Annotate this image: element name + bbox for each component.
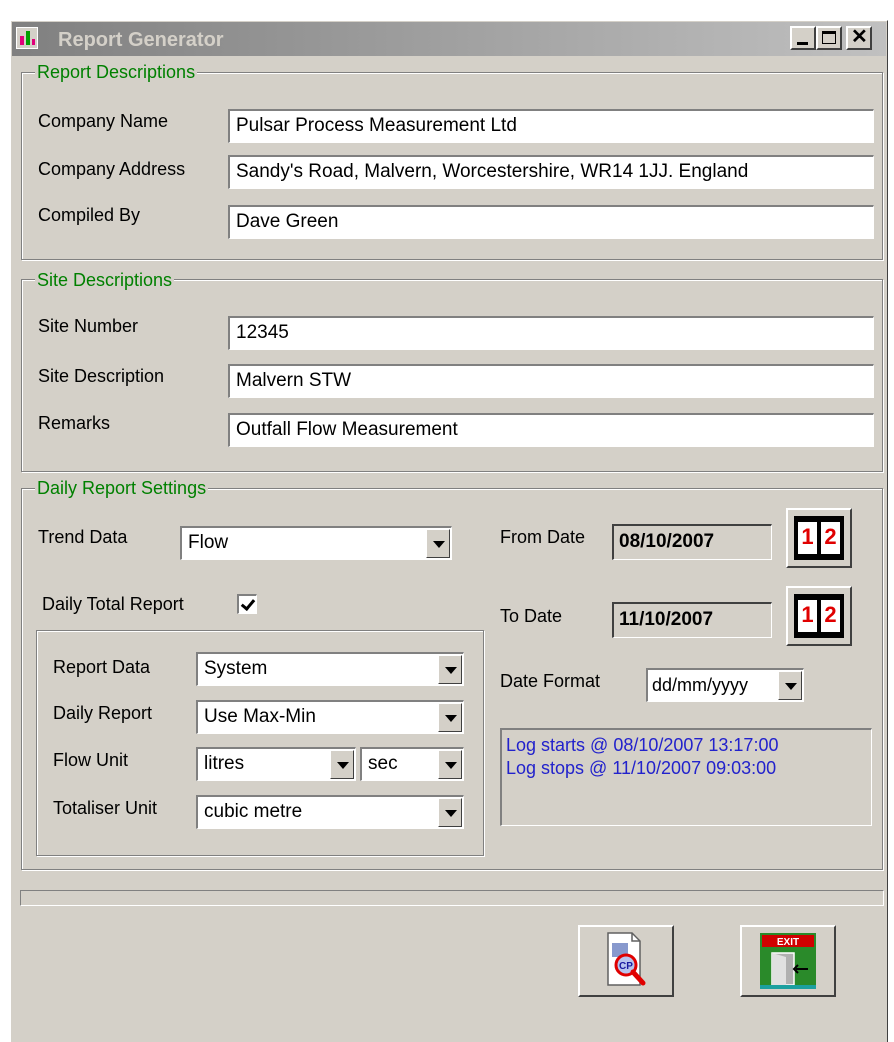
daily-total-checkbox[interactable] (237, 594, 257, 614)
totaliser-unit-select[interactable]: cubic metre (196, 795, 464, 829)
window-title: Report Generator (58, 29, 224, 51)
calendar-page-left: 1 (798, 600, 817, 632)
date-format-label: Date Format (500, 671, 601, 691)
flow-unit-select[interactable]: litres (196, 747, 356, 781)
company-name-label: Company Name (38, 111, 169, 131)
log-start-text: Log starts @ 08/10/2007 13:17:00 (506, 735, 779, 755)
to-date-label: To Date (500, 606, 563, 626)
flow-time-unit-select[interactable]: sec (360, 747, 464, 781)
calendar-icon: 1 2 (794, 516, 844, 560)
daily-report-value: Use Max-Min (204, 706, 316, 727)
to-date-calendar-button[interactable]: 1 2 (786, 586, 852, 646)
maximize-button[interactable] (816, 26, 842, 50)
remarks-label: Remarks (38, 413, 111, 433)
date-format-value: dd/mm/yyyy (652, 675, 749, 695)
close-icon: ✕ (851, 26, 868, 48)
exit-button[interactable]: EXIT (740, 925, 836, 997)
site-descriptions-title: Site Descriptions (35, 270, 175, 290)
from-date-label: From Date (500, 527, 586, 547)
date-format-select[interactable]: dd/mm/yyyy (646, 668, 804, 702)
flow-time-unit-value: sec (368, 753, 398, 774)
to-date-display: 11/10/2007 (612, 602, 772, 638)
compiled-by-label: Compiled By (38, 205, 141, 225)
calendar-page-left: 1 (798, 522, 817, 554)
progress-bar (20, 890, 884, 906)
calendar-page-right: 2 (821, 600, 840, 632)
compiled-by-field[interactable]: Dave Green (228, 205, 874, 239)
chevron-down-icon[interactable] (438, 750, 462, 779)
report-data-label: Report Data (53, 657, 151, 677)
calendar-icon: 1 2 (794, 594, 844, 638)
trend-data-label: Trend Data (38, 527, 128, 547)
maximize-icon (822, 31, 836, 44)
company-address-field[interactable]: Sandy's Road, Malvern, Worcestershire, W… (228, 155, 874, 189)
trend-data-select[interactable]: Flow (180, 526, 452, 560)
minimize-button[interactable] (790, 26, 816, 50)
chevron-down-icon[interactable] (438, 703, 462, 732)
from-date-calendar-button[interactable]: 1 2 (786, 508, 852, 568)
company-name-field[interactable]: Pulsar Process Measurement Ltd (228, 109, 874, 143)
site-number-field[interactable]: 12345 (228, 316, 874, 350)
flow-unit-label: Flow Unit (53, 750, 129, 770)
report-data-select[interactable]: System (196, 652, 464, 686)
daily-report-label: Daily Report (53, 703, 153, 723)
chevron-down-icon[interactable] (438, 798, 462, 827)
chevron-down-icon[interactable] (438, 655, 462, 684)
trend-data-value: Flow (188, 532, 229, 553)
report-data-value: System (204, 658, 268, 679)
preview-icon-text: CP (619, 961, 633, 972)
log-stop-text: Log stops @ 11/10/2007 09:03:00 (506, 758, 777, 778)
from-date-display: 08/10/2007 (612, 524, 772, 560)
close-button[interactable]: ✕ (846, 26, 872, 50)
exit-door-icon: EXIT (760, 933, 816, 989)
calendar-page-right: 2 (821, 522, 840, 554)
preview-report-button[interactable]: CP (578, 925, 674, 997)
site-description-field[interactable]: Malvern STW (228, 364, 874, 398)
chevron-down-icon[interactable] (778, 671, 802, 700)
preview-report-icon: CP (607, 932, 646, 986)
report-descriptions-title: Report Descriptions (35, 62, 198, 82)
totaliser-unit-value: cubic metre (204, 801, 303, 822)
flow-unit-value: litres (204, 753, 245, 774)
daily-report-select[interactable]: Use Max-Min (196, 700, 464, 734)
remarks-field[interactable]: Outfall Flow Measurement (228, 413, 874, 447)
company-address-label: Company Address (38, 159, 186, 179)
minimize-icon (797, 42, 808, 45)
chevron-down-icon[interactable] (426, 529, 450, 558)
log-info-panel: Log starts @ 08/10/2007 13:17:00 Log sto… (500, 728, 872, 826)
daily-total-label: Daily Total Report (42, 594, 184, 614)
totaliser-unit-label: Totaliser Unit (53, 798, 158, 818)
daily-report-settings-title: Daily Report Settings (35, 478, 209, 498)
site-description-label: Site Description (38, 366, 165, 386)
exit-icon-text: EXIT (777, 937, 799, 948)
app-chart-icon (16, 27, 38, 49)
chevron-down-icon[interactable] (330, 750, 354, 779)
site-number-label: Site Number (38, 316, 139, 336)
